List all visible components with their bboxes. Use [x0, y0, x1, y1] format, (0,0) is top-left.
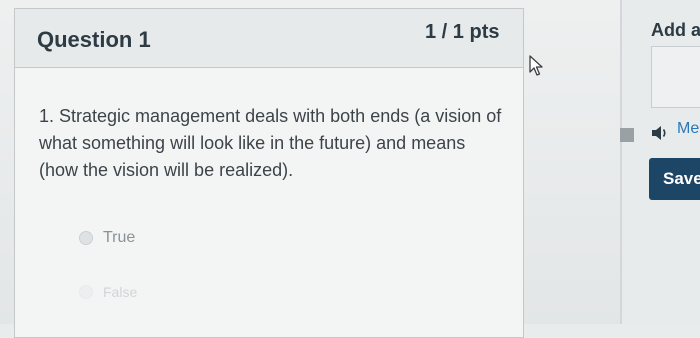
question-title: Question 1	[37, 27, 151, 52]
question-text: 1. Strategic management deals with both …	[39, 106, 502, 180]
radio-button[interactable]	[79, 231, 93, 245]
page: Question 1 1 / 1 pts 1. Strategic manage…	[0, 0, 700, 338]
question-card: Question 1 1 / 1 pts 1. Strategic manage…	[14, 8, 524, 338]
speaker-icon[interactable]	[650, 124, 670, 142]
save-button[interactable]: Save	[649, 158, 700, 200]
question-points: 1 / 1 pts	[425, 21, 500, 43]
scroll-handle[interactable]	[620, 128, 634, 142]
answer-label: True	[103, 229, 136, 246]
answer-option-false[interactable]: False	[79, 284, 137, 300]
question-header: Question 1 1 / 1 pts	[15, 9, 523, 68]
media-link[interactable]: Me	[677, 120, 699, 138]
sidebar-divider	[620, 0, 622, 324]
comment-input[interactable]	[651, 46, 700, 108]
answer-option-true[interactable]: True	[79, 229, 135, 247]
mouse-cursor-icon	[529, 55, 543, 76]
answer-label: False	[103, 284, 138, 300]
radio-button[interactable]	[79, 285, 93, 299]
save-button-label: Save	[663, 169, 700, 188]
add-comment-label: Add a	[651, 20, 700, 40]
